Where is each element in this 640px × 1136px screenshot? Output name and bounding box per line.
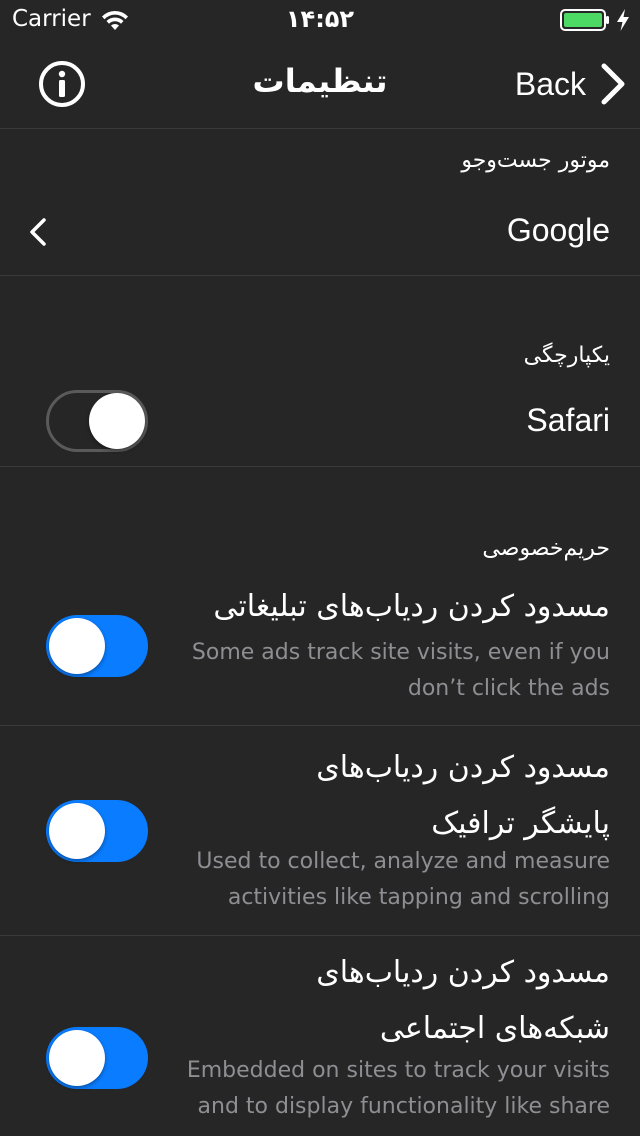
- ad-trackers-toggle[interactable]: [46, 615, 148, 677]
- ad-trackers-description-line2: don’t click the ads: [407, 676, 610, 701]
- social-trackers-title-line1: مسدود کردن ردیاب‌های: [316, 955, 610, 990]
- toggle-knob: [49, 803, 105, 859]
- toggle-knob: [89, 393, 145, 449]
- social-trackers-title-line2: شبکه‌های اجتماعی: [379, 1011, 610, 1046]
- navigation-bar: تنظیمات Back: [0, 40, 640, 129]
- analytics-trackers-toggle[interactable]: [46, 800, 148, 862]
- status-time: ۱۴:۵۲: [285, 5, 355, 33]
- safari-label: Safari: [526, 402, 610, 438]
- analytics-trackers-description: Used to collect, analyze and measure act…: [160, 844, 610, 916]
- ad-trackers-description: Some ads track site visits, even if you …: [160, 635, 610, 707]
- social-trackers-description: Embedded on sites to track your visits a…: [160, 1053, 610, 1125]
- charging-bolt-icon: [617, 9, 629, 31]
- divider: [0, 935, 640, 936]
- toggle-knob: [49, 1030, 105, 1086]
- back-button-label: Back: [514, 65, 586, 102]
- analytics-trackers-title-line1: مسدود کردن ردیاب‌های: [316, 750, 610, 785]
- search-engine-value: Google: [506, 212, 610, 248]
- integration-section-label: یکپارچگی: [523, 343, 610, 368]
- social-trackers-toggle[interactable]: [46, 1027, 148, 1089]
- chevron-left-icon: [30, 218, 46, 246]
- search-engine-section-label: موتور جست‌وجو: [461, 148, 610, 173]
- back-button[interactable]: Back: [515, 60, 626, 108]
- social-trackers-description-line2: and to display functionality like share: [197, 1094, 610, 1119]
- analytics-trackers-title: مسدود کردن ردیاب‌های پایشگر ترافیک: [170, 740, 610, 852]
- toggle-knob: [49, 618, 105, 674]
- chevron-right-icon: [601, 63, 625, 105]
- divider: [0, 466, 640, 467]
- privacy-section-label: حریم‌خصوصی: [482, 536, 610, 561]
- social-trackers-description-line1: Embedded on sites to track your visits: [186, 1058, 610, 1083]
- divider: [0, 725, 640, 726]
- status-bar: Carrier ۱۴:۵۲: [0, 0, 640, 40]
- ad-trackers-description-line1: Some ads track site visits, even if you: [191, 640, 610, 665]
- battery-icon: [560, 9, 609, 31]
- social-trackers-title: مسدود کردن ردیاب‌های شبکه‌های اجتماعی: [170, 945, 610, 1057]
- ad-trackers-title: مسدود کردن ردیاب‌های تبلیغاتی: [213, 589, 610, 624]
- search-engine-row[interactable]: Google: [0, 190, 640, 274]
- settings-screen: Carrier ۱۴:۵۲ تنظیمات Back: [0, 0, 640, 1136]
- analytics-trackers-description-line2: activities like tapping and scrolling: [227, 885, 610, 910]
- analytics-trackers-description-line1: Used to collect, analyze and measure: [196, 849, 610, 874]
- divider: [0, 275, 640, 276]
- safari-toggle[interactable]: [46, 390, 148, 452]
